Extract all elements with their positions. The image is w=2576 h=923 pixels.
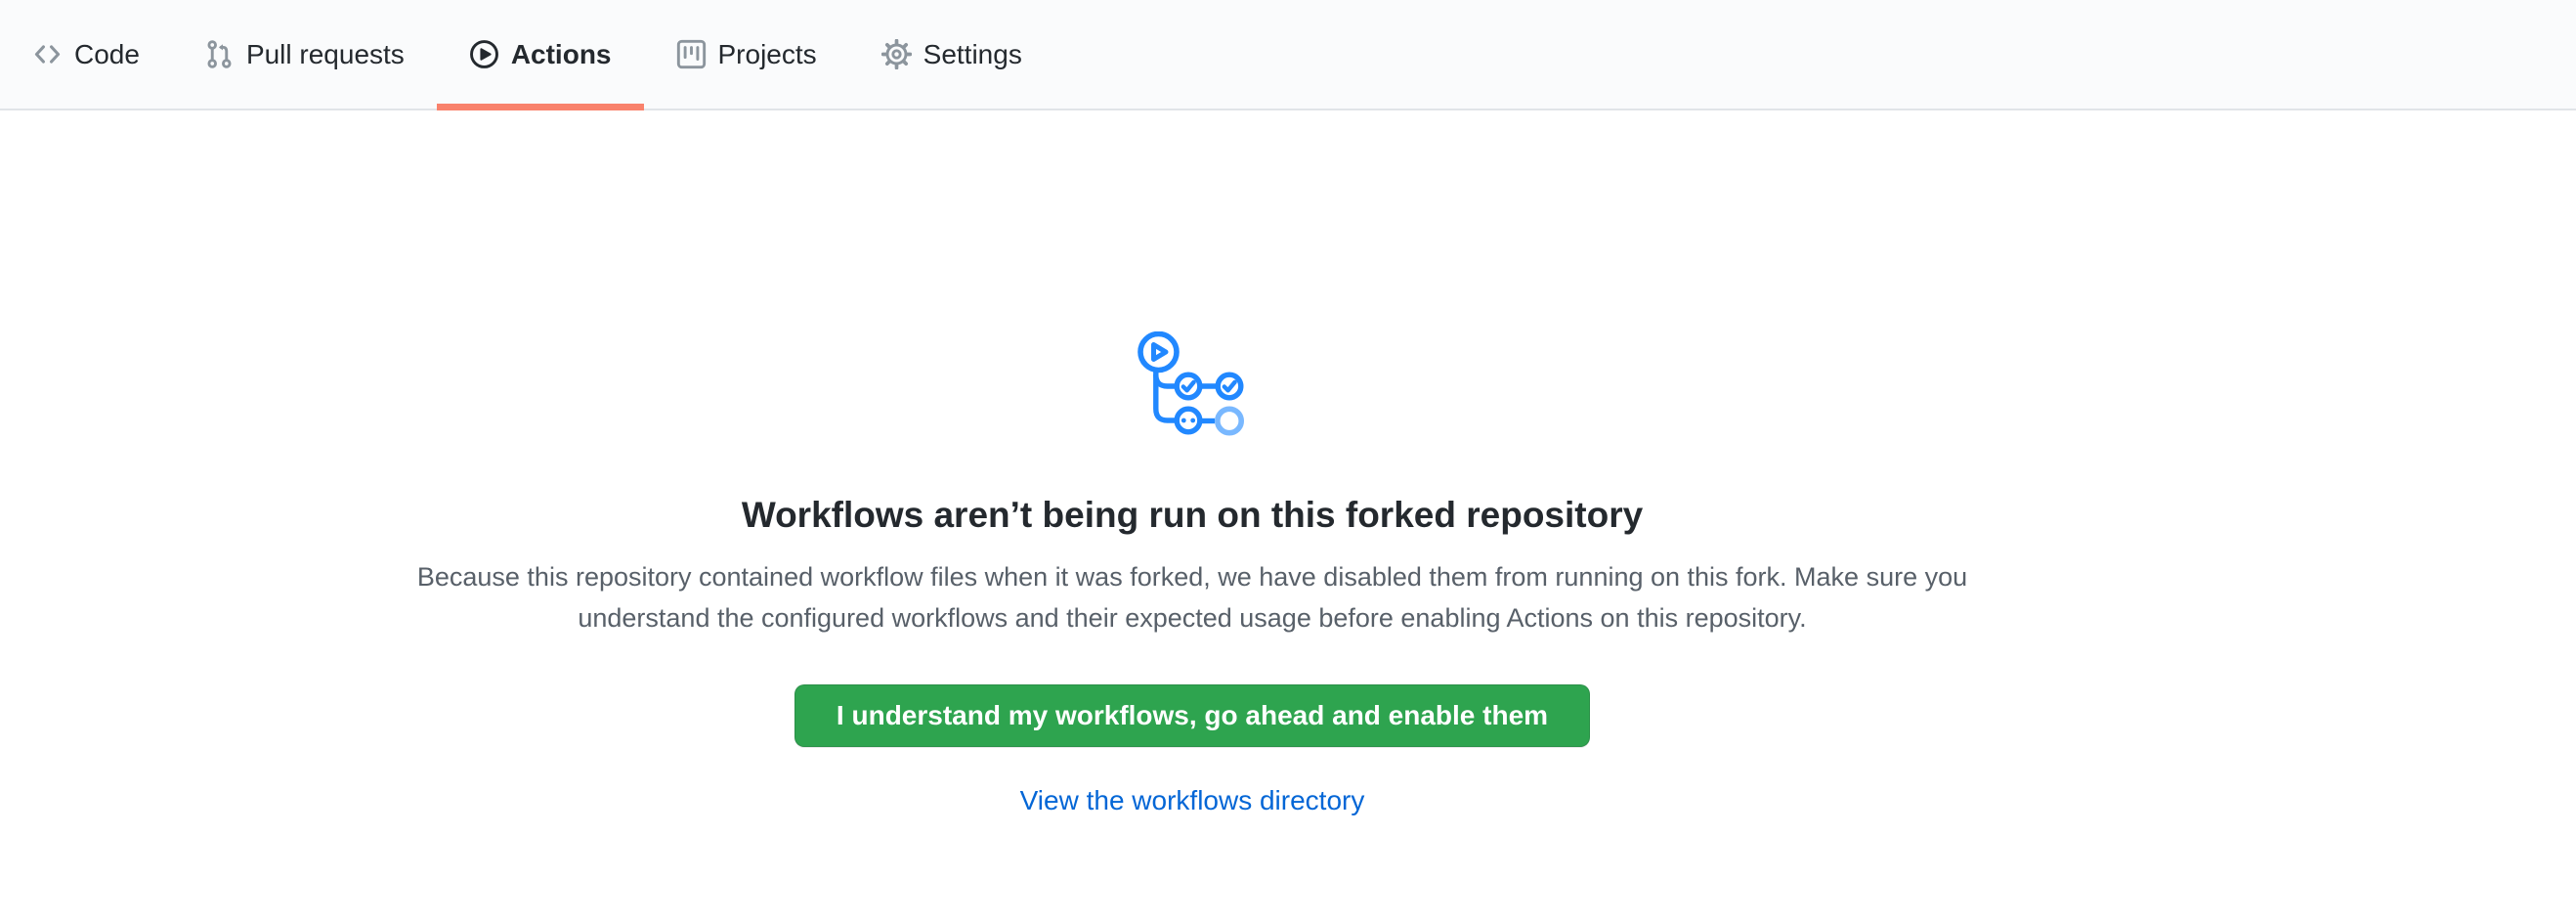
repo-tab-bar: Code Pull requests Actions Projects [0, 0, 2576, 110]
blankslate-link-row: View the workflows directory [0, 785, 2384, 816]
tab-projects[interactable]: Projects [644, 0, 849, 109]
code-icon [32, 39, 63, 69]
tab-actions-label: Actions [511, 41, 612, 68]
tab-settings-label: Settings [923, 41, 1022, 68]
tab-projects-label: Projects [718, 41, 817, 68]
blankslate-title: Workflows aren’t being run on this forke… [0, 493, 2384, 538]
tab-code[interactable]: Code [0, 0, 172, 109]
workflow-illustration-icon [1138, 331, 1247, 437]
play-icon [469, 39, 499, 69]
tab-settings[interactable]: Settings [849, 0, 1054, 109]
tab-code-label: Code [74, 41, 140, 68]
blankslate-description: Because this repository contained workfl… [396, 556, 1989, 638]
project-icon [676, 39, 707, 69]
git-pull-request-icon [204, 39, 235, 69]
gear-icon [881, 39, 912, 69]
tab-actions[interactable]: Actions [437, 0, 644, 109]
view-workflows-directory-link[interactable]: View the workflows directory [1020, 785, 1365, 815]
tab-pull-requests[interactable]: Pull requests [172, 0, 437, 109]
actions-disabled-blankslate: Workflows aren’t being run on this forke… [0, 110, 2384, 816]
enable-workflows-button[interactable]: I understand my workflows, go ahead and … [794, 684, 1590, 747]
tab-pull-requests-label: Pull requests [246, 41, 405, 68]
main-content: Workflows aren’t being run on this forke… [0, 110, 2384, 816]
